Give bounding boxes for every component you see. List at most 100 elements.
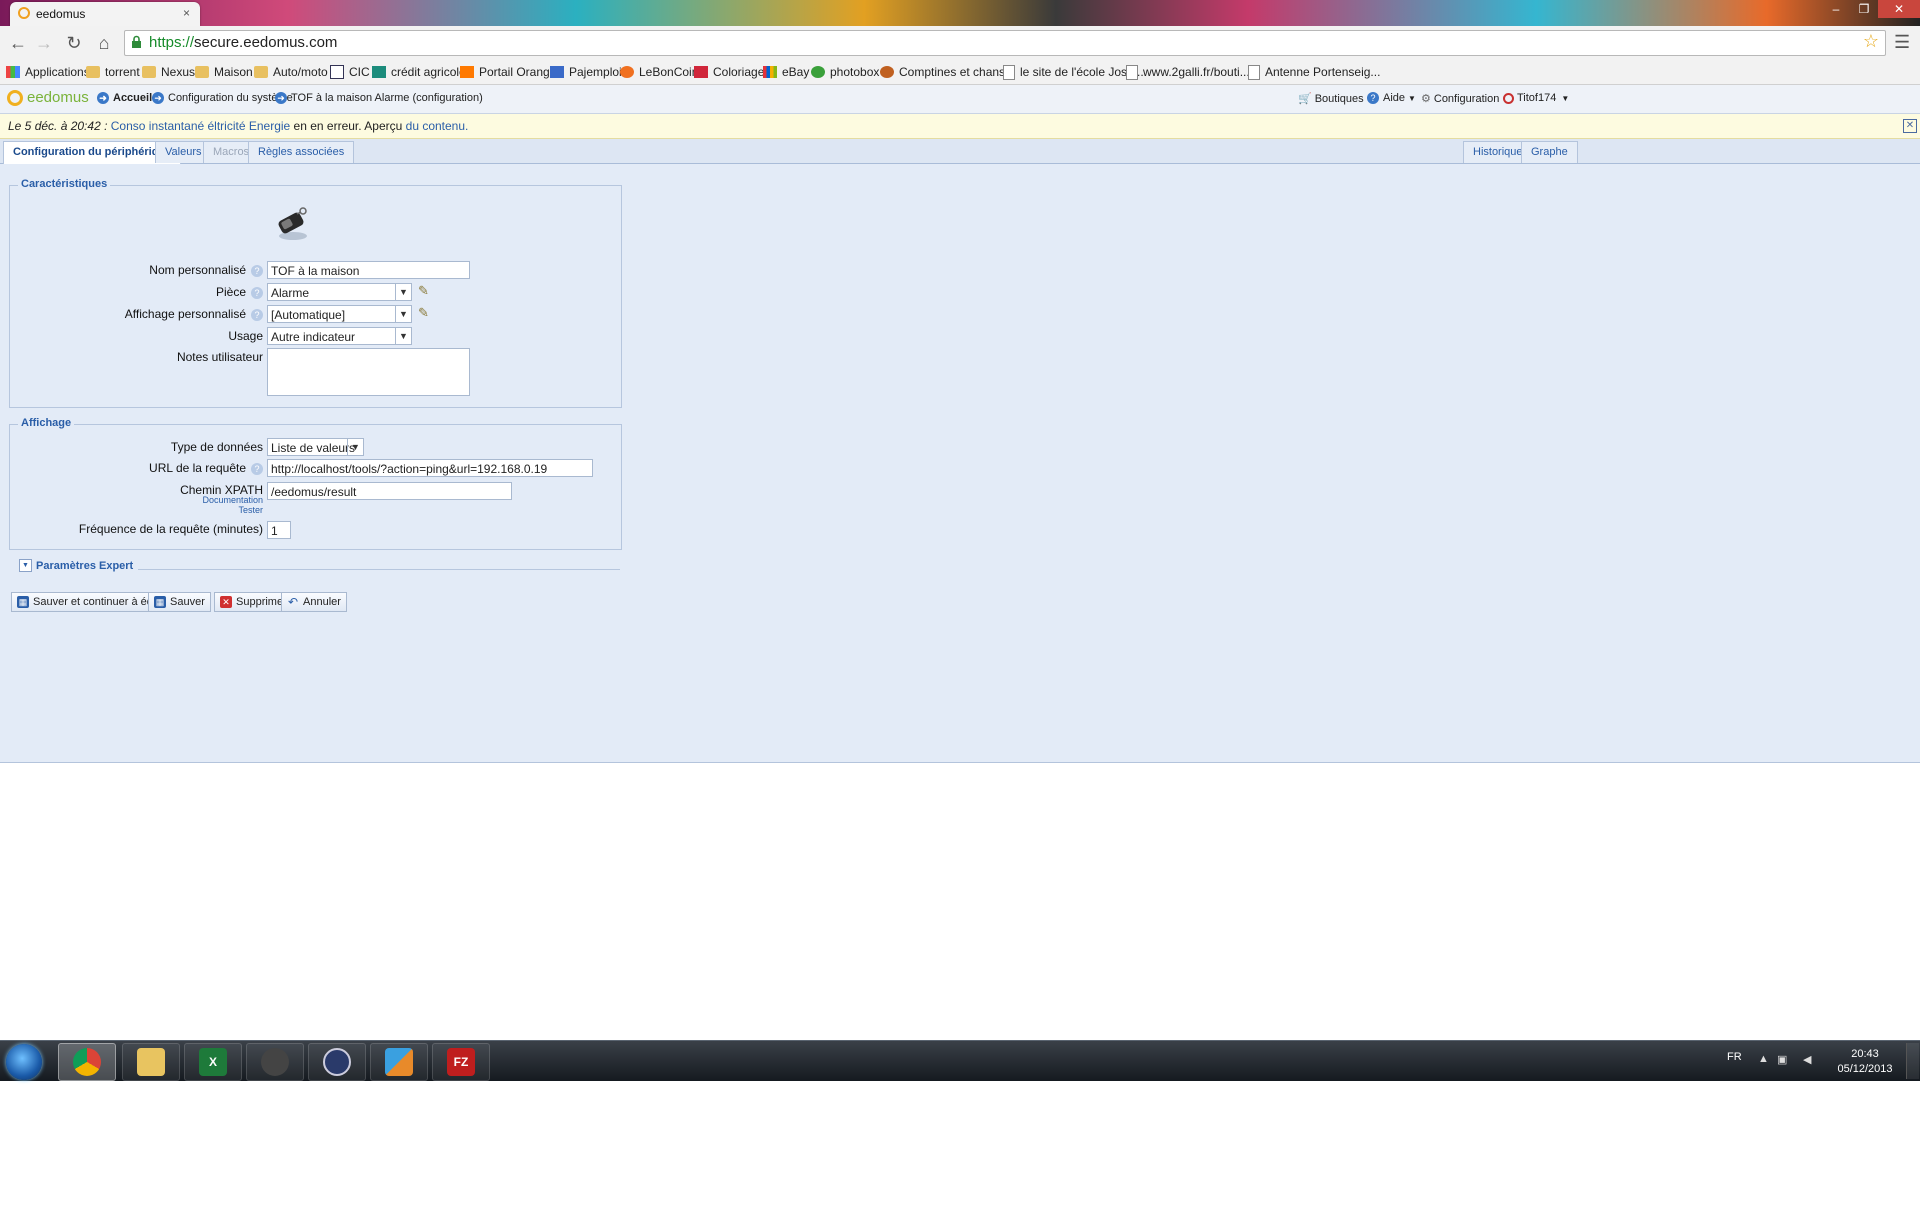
frequency-field[interactable]: 1: [267, 521, 291, 539]
bookmark-auto-moto[interactable]: Auto/moto: [254, 64, 328, 80]
cancel-button[interactable]: ↶ Annuler: [281, 592, 347, 612]
tab-rules[interactable]: Règles associées: [248, 141, 355, 163]
display-legend: Affichage: [18, 417, 75, 429]
help-circle-icon: ?: [1367, 92, 1379, 104]
browser-tab[interactable]: eedomus ×: [10, 2, 200, 26]
restore-window-button[interactable]: ❐: [1850, 0, 1878, 18]
address-bar[interactable]: https://secure.eedomus.com ☆: [124, 30, 1886, 56]
coloriage-icon: [694, 66, 708, 78]
forward-arrow-icon[interactable]: →: [34, 33, 54, 53]
documentation-link[interactable]: Documentation: [163, 495, 263, 505]
bookmark-label: Maison: [214, 65, 253, 79]
back-arrow-icon[interactable]: ←: [8, 33, 28, 53]
nav-home[interactable]: ➜ Accueil: [97, 92, 152, 104]
close-tab-icon[interactable]: ×: [183, 6, 190, 20]
nav-help[interactable]: ? Aide ▼: [1367, 92, 1416, 104]
bookmark-coloriage[interactable]: Coloriage: [694, 64, 764, 80]
bookmark-maison[interactable]: Maison: [195, 64, 253, 80]
display-select[interactable]: [Automatique] ▼: [267, 305, 412, 323]
browser-tab-title: eedomus: [36, 7, 86, 21]
volume-icon[interactable]: ◀: [1803, 1053, 1811, 1066]
windows-start-icon[interactable]: [6, 1044, 42, 1080]
bookmark-leboncoin[interactable]: LeBonCoin: [620, 64, 698, 80]
browser-menu-icon[interactable]: ☰: [1894, 32, 1910, 53]
bookmark-portail-orange[interactable]: Portail Orange: [460, 64, 556, 80]
bookmark-label: Coloriage: [713, 65, 765, 79]
reload-icon[interactable]: ↻: [64, 33, 84, 53]
taskbar-app-cubes[interactable]: [370, 1043, 428, 1081]
folder-icon: [254, 66, 268, 78]
folder-icon: [86, 66, 100, 78]
bookmark-pajemploi[interactable]: Pajemploi: [550, 64, 622, 80]
close-window-button[interactable]: ✕: [1878, 0, 1920, 18]
show-desktop-button[interactable]: [1906, 1043, 1919, 1079]
taskbar-chrome[interactable]: [58, 1043, 116, 1081]
language-indicator[interactable]: FR: [1727, 1051, 1742, 1063]
minimize-window-button[interactable]: –: [1822, 0, 1850, 18]
taskbar-filezilla[interactable]: FZ: [432, 1043, 490, 1081]
datatype-select[interactable]: Liste de valeurs ▼: [267, 438, 364, 456]
bookmark-cic[interactable]: CIC: [330, 64, 370, 80]
url-field[interactable]: http://localhost/tools/?action=ping&url=…: [267, 459, 593, 477]
bookmark-2galli[interactable]: www.2galli.fr/bouti...: [1126, 64, 1250, 80]
nav-system-config[interactable]: ➜ Configuration du système: [152, 92, 293, 104]
close-notification-icon[interactable]: ✕: [1903, 119, 1917, 133]
photobox-icon: [811, 66, 825, 78]
bookmark-antenne[interactable]: Antenne Portenseig...: [1248, 64, 1380, 80]
bookmark-star-icon[interactable]: ☆: [1863, 31, 1879, 52]
xpath-field[interactable]: /eedomus/result: [267, 482, 512, 500]
bookmark-comptines[interactable]: Comptines et chans...: [880, 64, 1015, 80]
taskbar-app-swirl[interactable]: [308, 1043, 366, 1081]
clock-time: 20:43: [1851, 1048, 1879, 1060]
filezilla-icon: FZ: [447, 1048, 475, 1076]
help-icon[interactable]: ?: [251, 265, 263, 277]
display-fieldset: Affichage Type de données Liste de valeu…: [9, 417, 622, 550]
bookmark-label: Applications: [25, 65, 90, 79]
notification-content-link[interactable]: du contenu.: [406, 119, 469, 133]
apps-icon: [6, 66, 20, 78]
system-clock[interactable]: 20:43 05/12/2013: [1830, 1047, 1900, 1077]
url-host: secure.eedomus.com: [194, 34, 338, 51]
delete-label: Supprimer: [236, 596, 287, 608]
cart-icon: 🛒: [1298, 93, 1312, 105]
floppy-disk-icon: ▦: [17, 596, 29, 608]
expert-toggle[interactable]: ▼ Paramètres Expert: [19, 559, 139, 572]
taskbar-excel[interactable]: X: [184, 1043, 242, 1081]
bookmark-label: Auto/moto: [273, 65, 328, 79]
expand-toggle-icon: ▼: [19, 559, 32, 572]
nav-shops-label: Boutiques: [1314, 92, 1364, 105]
nav-configuration[interactable]: ⚙ Configuration: [1421, 92, 1499, 106]
bookmark-nexus[interactable]: Nexus: [142, 64, 195, 80]
notes-textarea[interactable]: [267, 348, 470, 396]
network-icon[interactable]: ▣: [1777, 1053, 1787, 1066]
tab-graph[interactable]: Graphe: [1521, 141, 1578, 163]
help-icon[interactable]: ?: [251, 287, 263, 299]
bookmark-ebay[interactable]: eBay: [763, 64, 809, 80]
bookmark-photobox[interactable]: photobox: [811, 64, 879, 80]
home-icon[interactable]: ⌂: [94, 33, 114, 53]
name-field[interactable]: TOF à la maison: [267, 261, 470, 279]
taskbar-steam[interactable]: [246, 1043, 304, 1081]
bookmark-applications[interactable]: Applications: [6, 64, 90, 80]
nav-user[interactable]: Titof174 ▼: [1503, 92, 1569, 104]
tester-link[interactable]: Tester: [163, 505, 263, 515]
usage-select[interactable]: Autre indicateur ▼: [267, 327, 412, 345]
bookmark-ecole[interactable]: le site de l'école Jose...: [1003, 64, 1144, 80]
nav-shops[interactable]: 🛒 Boutiques: [1298, 92, 1364, 106]
taskbar-explorer[interactable]: [122, 1043, 180, 1081]
notification-message: en en erreur. Aperçu: [293, 119, 403, 133]
room-select[interactable]: Alarme ▼: [267, 283, 412, 301]
bookmark-torrent[interactable]: torrent: [86, 64, 140, 80]
eedomus-logo[interactable]: eedomus: [7, 89, 89, 106]
nav-device-breadcrumb[interactable]: ➜ TOF à la maison Alarme (configuration): [275, 92, 483, 104]
notification-bar: Le 5 déc. à 20:42 : Conso instantané élt…: [0, 114, 1920, 139]
save-button[interactable]: ▦ Sauver: [148, 592, 211, 612]
edit-pencil-icon[interactable]: ✎: [418, 305, 429, 321]
show-hidden-icons-icon[interactable]: ▲: [1758, 1053, 1769, 1065]
save-label: Sauver: [170, 596, 205, 608]
help-icon[interactable]: ?: [251, 309, 263, 321]
edit-pencil-icon[interactable]: ✎: [418, 283, 429, 299]
notification-device-link[interactable]: Conso instantané éltricité Energie: [111, 119, 290, 133]
help-icon[interactable]: ?: [251, 463, 263, 475]
bookmark-credit-agricole[interactable]: crédit agricole: [372, 64, 466, 80]
